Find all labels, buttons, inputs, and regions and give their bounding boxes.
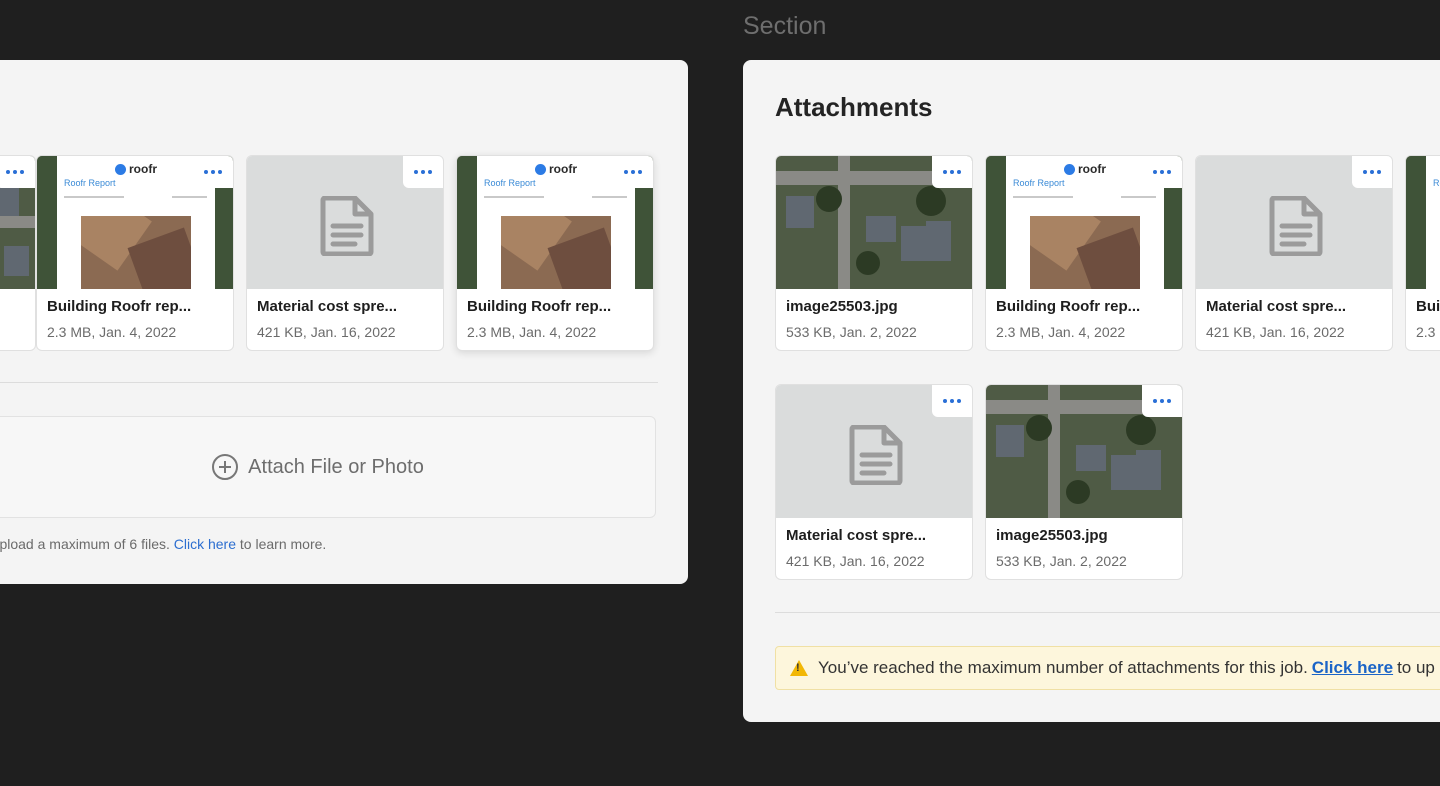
attachment-card[interactable]: Material cost spre... 421 KB, Jan. 16, 2… (1195, 155, 1393, 351)
card-menu-button[interactable] (1142, 156, 1182, 188)
document-icon (320, 196, 374, 256)
attach-file-button[interactable]: Attach File or Photo (0, 416, 656, 518)
document-icon (1269, 196, 1323, 256)
card-menu-button[interactable] (932, 156, 972, 188)
attachment-name: Building Roofr rep... (47, 298, 192, 315)
report-title: Roofr Report (1433, 178, 1440, 188)
plus-circle-icon (212, 454, 239, 480)
warning-text: You’ve reached the maximum number of att… (818, 658, 1308, 677)
attachment-meta: 2.3 (1416, 324, 1436, 340)
report-title: Roofr Report (64, 178, 116, 188)
upgrade-link[interactable]: Click here (1312, 658, 1393, 678)
attachment-meta: 2.3 MB, Jan. 4, 2022 (467, 324, 597, 340)
attachment-meta: 533 KB, Jan. 2, 2022 (996, 553, 1127, 569)
divider (0, 382, 658, 383)
section-label: Section (743, 12, 827, 40)
card-menu-button[interactable] (1142, 385, 1182, 417)
attachment-name: image25503.jpg (786, 298, 898, 315)
attachment-name: Material cost spre... (786, 527, 927, 544)
attach-label: Attach File or Photo (248, 455, 424, 478)
attachment-meta: 2.3 MB, Jan. 4, 2022 (996, 324, 1126, 340)
roofr-logo: roofr (535, 162, 577, 176)
attachment-card[interactable]: roofr Roofr Report Building Roofr rep...… (456, 155, 654, 351)
attachment-meta: 533 KB, Jan. 2, 2022 (786, 324, 917, 340)
attachment-card[interactable]: roofr Roofr Report Building Roofr rep...… (36, 155, 234, 351)
attachment-name: Buil (1416, 298, 1440, 315)
attachment-meta: 421 KB, Jan. 16, 2022 (257, 324, 396, 340)
attachment-name: Material cost spre... (257, 298, 398, 315)
document-icon (849, 425, 903, 485)
upload-help-text: o upload a maximum of 6 files. Click her… (0, 536, 327, 552)
attachment-name: Building Roofr rep... (996, 298, 1141, 315)
panel-title: Attachments (775, 92, 933, 122)
attachments-panel-left: roofr Roofr Report Building Roofr rep...… (0, 60, 688, 584)
attachment-card[interactable]: Material cost spre... 421 KB, Jan. 16, 2… (775, 384, 973, 580)
divider (775, 612, 1440, 613)
roofr-logo: roofr (115, 162, 157, 176)
card-menu-button[interactable] (403, 156, 443, 188)
attachment-meta: 421 KB, Jan. 16, 2022 (786, 553, 925, 569)
card-menu-button[interactable] (613, 156, 653, 188)
attachment-card[interactable]: image25503.jpg 533 KB, Jan. 2, 2022 (985, 384, 1183, 580)
attachment-card[interactable] (0, 155, 36, 351)
warning-triangle-icon (790, 660, 808, 676)
attachment-card[interactable]: Roofr Report Buil 2.3 (1405, 155, 1440, 351)
report-title: Roofr Report (1013, 178, 1065, 188)
roofr-logo: roofr (1064, 162, 1106, 176)
attachment-card[interactable]: Material cost spre... 421 KB, Jan. 16, 2… (246, 155, 444, 351)
card-menu-button[interactable] (932, 385, 972, 417)
attachment-name: Building Roofr rep... (467, 298, 612, 315)
card-menu-button[interactable] (193, 156, 233, 188)
attachment-meta: 421 KB, Jan. 16, 2022 (1206, 324, 1345, 340)
learn-more-link[interactable]: Click here (174, 536, 236, 552)
attachment-card[interactable]: roofr Roofr Report Building Roofr rep...… (985, 155, 1183, 351)
warning-suffix: to up (1397, 658, 1435, 677)
attachment-card[interactable]: image25503.jpg 533 KB, Jan. 2, 2022 (775, 155, 973, 351)
attachment-name: image25503.jpg (996, 527, 1108, 544)
attachments-panel-right: Attachments image25503.jpg 533 KB, Jan. … (743, 60, 1440, 722)
report-title: Roofr Report (484, 178, 536, 188)
card-menu-button[interactable] (0, 156, 35, 188)
attachment-name: Material cost spre... (1206, 298, 1347, 315)
attachment-meta: 2.3 MB, Jan. 4, 2022 (47, 324, 177, 340)
max-attachments-warning: You’ve reached the maximum number of att… (775, 646, 1440, 690)
report-thumbnail: Roofr Report (1406, 156, 1440, 289)
card-menu-button[interactable] (1352, 156, 1392, 188)
